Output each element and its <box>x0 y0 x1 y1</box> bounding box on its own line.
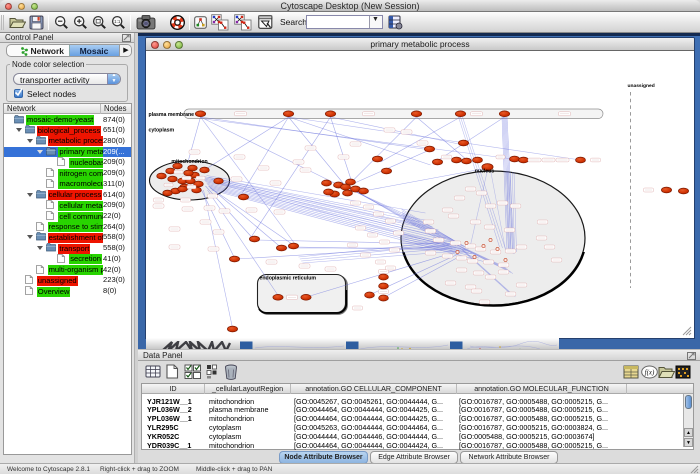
svg-text:plasma membrane: plasma membrane <box>149 112 195 118</box>
svg-text:unassigned: unassigned <box>628 83 655 89</box>
svg-text:endoplasmic reticulum: endoplasmic reticulum <box>260 276 317 282</box>
svg-text:nucleus: nucleus <box>475 169 495 175</box>
svg-text:1:1: 1:1 <box>114 19 121 24</box>
svg-text:f(x): f(x) <box>645 369 655 377</box>
svg-text:mitochondrion: mitochondrion <box>171 159 207 165</box>
svg-text:cytoplasm: cytoplasm <box>149 128 175 134</box>
